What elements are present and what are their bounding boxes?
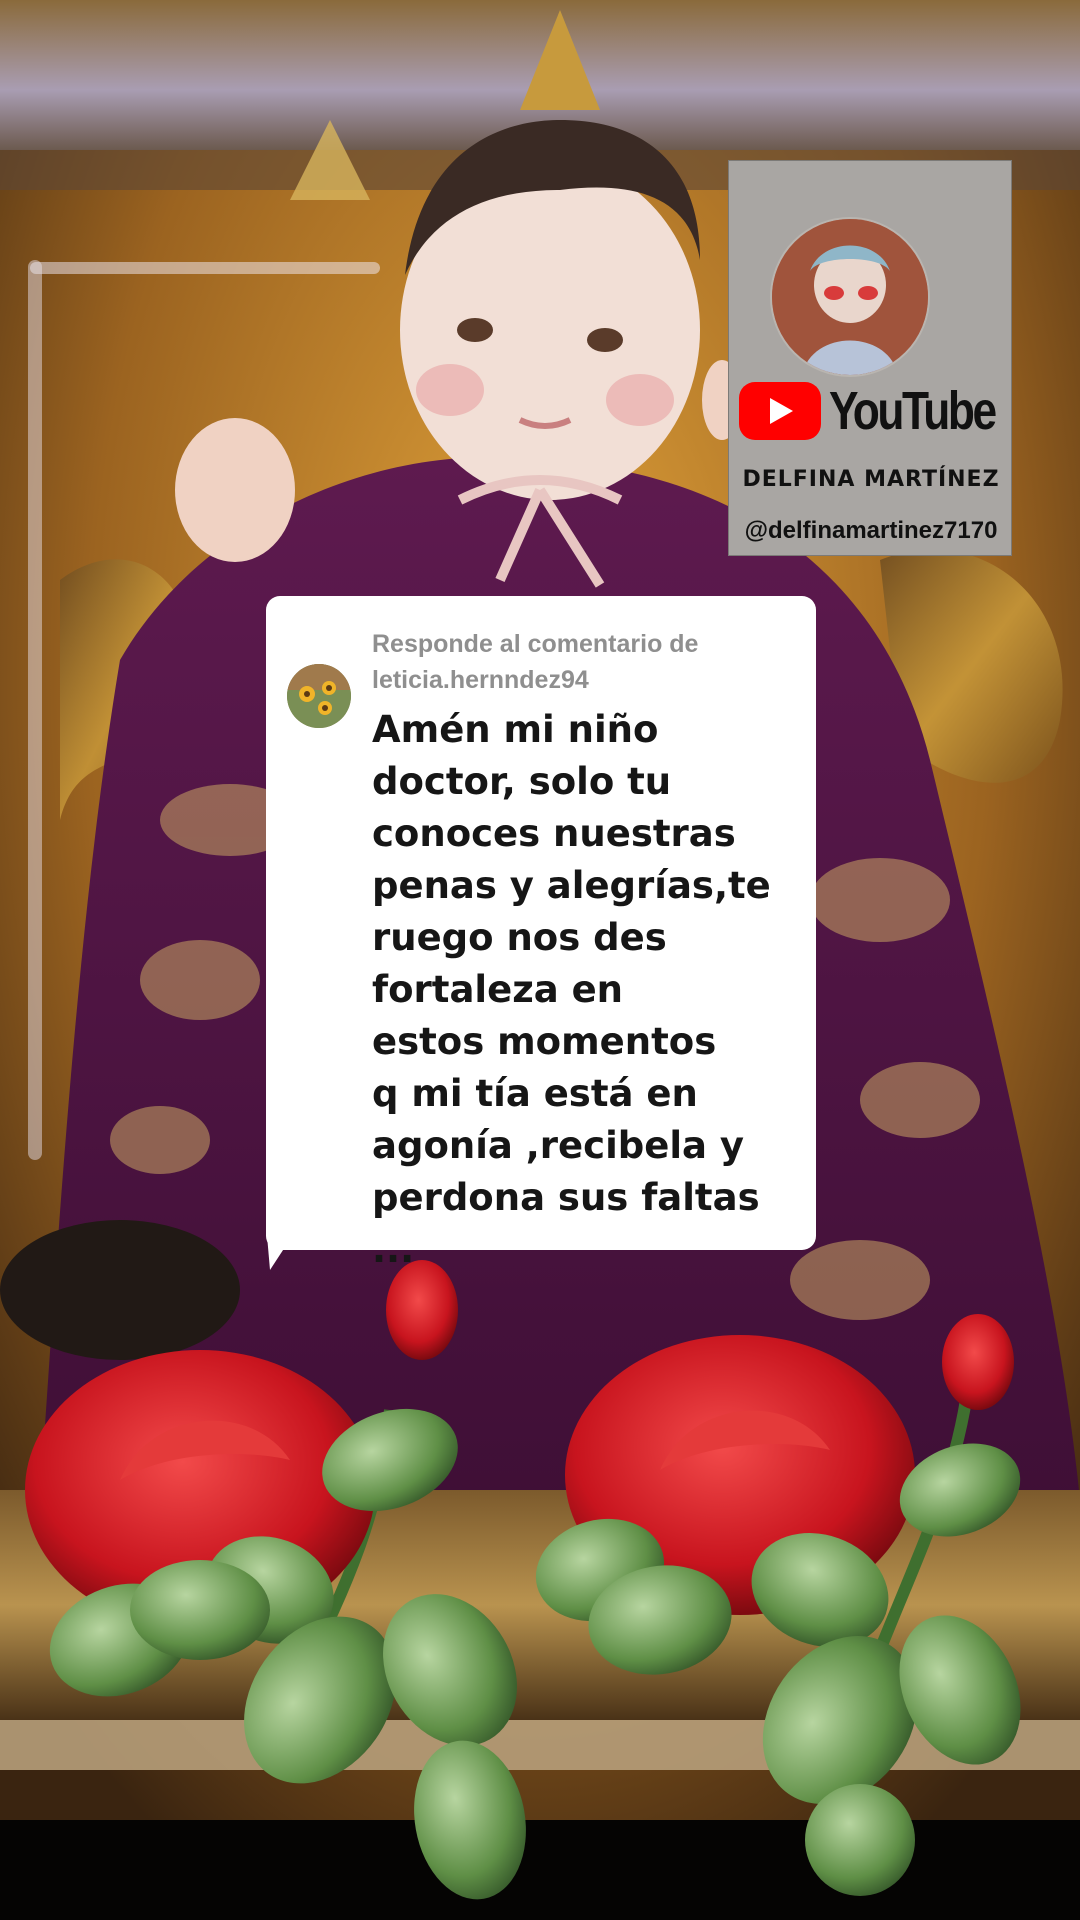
channel-avatar-image bbox=[772, 219, 928, 375]
sunflower-avatar-image bbox=[287, 664, 351, 728]
youtube-wordmark: YouTube bbox=[829, 381, 997, 441]
comment-text: Amén mi niño doctor, solo tu conoces nue… bbox=[372, 708, 771, 1271]
youtube-channel-card: YouTube DELFINA MARTÍNEZ @delfinamartine… bbox=[728, 160, 1012, 556]
youtube-logo: YouTube bbox=[739, 379, 1003, 443]
commenter-avatar[interactable] bbox=[287, 664, 351, 728]
reply-comment-bubble[interactable]: Responde al comentario de leticia.hernnd… bbox=[266, 596, 816, 1271]
channel-avatar bbox=[770, 217, 930, 377]
channel-name: DELFINA MARTÍNEZ bbox=[742, 467, 1000, 492]
youtube-play-icon bbox=[739, 382, 821, 440]
channel-handle: @delfinamartinez7170 bbox=[744, 517, 998, 544]
video-scene: YouTube DELFINA MARTÍNEZ @delfinamartine… bbox=[0, 0, 1080, 1920]
bubble-tail bbox=[266, 1224, 300, 1270]
reply-to-label: Responde al comentario de leticia.hernnd… bbox=[372, 630, 699, 694]
